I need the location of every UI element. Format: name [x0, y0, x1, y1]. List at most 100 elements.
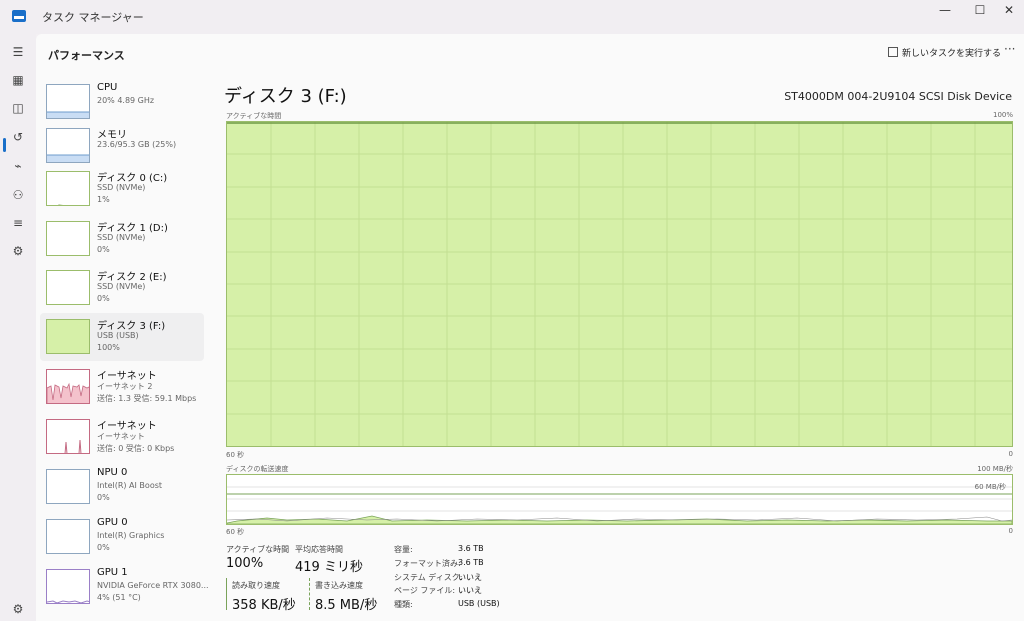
sidebar-item-gpu-1[interactable]: GPU 1 NVIDIA GeForce RTX 3080... 4% (51 …	[40, 563, 209, 611]
page-file-label: ページ ファイル:	[394, 586, 456, 595]
sidebar-item-ethernet[interactable]: イーサネット イーサネット 送信: 0 受信: 0 Kbps	[40, 413, 204, 461]
app-history-icon[interactable]: ↺	[8, 127, 28, 147]
sidebar-item-name: NPU 0	[97, 467, 128, 478]
transfer-rate-graph: 60 MB/秒	[226, 474, 1013, 525]
run-new-task-button[interactable]: 新しいタスクを実行する	[888, 46, 1001, 59]
details-icon[interactable]: ≡	[8, 213, 28, 233]
sidebar-item-sub: SSD (NVMe)	[97, 282, 146, 291]
sidebar-item-disk-1[interactable]: ディスク 1 (D:) SSD (NVMe) 0%	[40, 215, 204, 263]
sidebar-item-sub: Intel(R) Graphics	[97, 531, 165, 540]
active-time-graph-label: アクティブな時間	[226, 112, 282, 120]
transfer-rate-axis-right: 0	[1008, 527, 1013, 535]
active-time-stat-value: 100%	[226, 556, 264, 571]
read-speed-value: 358 KB/秒	[232, 598, 296, 613]
active-time-grid	[227, 122, 1012, 446]
sidebar-item-name: GPU 0	[97, 517, 128, 528]
capacity-value: 3.6 TB	[458, 544, 484, 553]
performance-icon[interactable]: ◫	[8, 98, 28, 118]
capacity-label: 容量:	[394, 545, 413, 554]
sidebar-item-disk-2[interactable]: ディスク 2 (E:) SSD (NVMe) 0%	[40, 264, 204, 312]
active-time-axis-left: 60 秒	[226, 451, 245, 459]
sidebar-item-sub: SSD (NVMe)	[97, 233, 146, 242]
disk-title: ディスク 3 (F:)	[224, 86, 347, 107]
active-time-graph-max: 100%	[992, 111, 1013, 119]
active-time-stat-label: アクティブな時間	[226, 545, 290, 554]
disk-2-thumbnail	[46, 270, 90, 305]
sidebar-item-ethernet-2[interactable]: イーサネット イーサネット 2 送信: 1.3 受信: 59.1 Mbps	[40, 363, 204, 411]
services-icon[interactable]: ⚙	[8, 241, 28, 261]
sidebar-item-sub: 20% 4.89 GHz	[97, 96, 155, 105]
formatted-value: 3.6 TB	[458, 558, 484, 567]
run-task-label: 新しいタスクを実行する	[902, 49, 1002, 59]
sidebar-item-sub: Intel(R) AI Boost	[97, 481, 163, 490]
more-options-button[interactable]: ···	[1004, 42, 1015, 56]
active-time-graph	[226, 121, 1013, 447]
maximize-button[interactable]: ☐	[965, 3, 995, 17]
sidebar-item-value: 0%	[97, 294, 110, 303]
disk-1-thumbnail	[46, 221, 90, 256]
sidebar-item-value: 100%	[97, 343, 120, 352]
system-disk-value: いいえ	[458, 573, 482, 582]
transfer-rate-plot	[227, 486, 1012, 524]
sidebar-item-sub: イーサネット	[97, 432, 145, 441]
sidebar-item-sub: SSD (NVMe)	[97, 183, 146, 192]
transfer-rate-axis-left: 60 秒	[226, 528, 245, 536]
write-speed-value: 8.5 MB/秒	[315, 598, 378, 613]
sidebar-item-sub: イーサネット 2	[97, 382, 153, 391]
sidebar-item-name: メモリ	[97, 130, 127, 141]
transfer-rate-ref-label: 60 MB/秒	[974, 483, 1006, 491]
window-title: タスク マネージャー	[42, 11, 144, 24]
minimize-button[interactable]: —	[930, 3, 960, 17]
sidebar-item-value: 0%	[97, 543, 110, 552]
startup-apps-icon[interactable]: ⌁	[8, 156, 28, 176]
ethernet-thumbnail	[46, 419, 90, 454]
title-bar: タスク マネージャー — ☐ ✕	[0, 0, 1024, 34]
sidebar-item-disk-0[interactable]: ディスク 0 (C:) SSD (NVMe) 1%	[40, 165, 204, 213]
run-task-icon	[888, 47, 898, 57]
sidebar-item-value: 1%	[97, 195, 110, 204]
sidebar-item-npu-0[interactable]: NPU 0 Intel(R) AI Boost 0%	[40, 463, 204, 511]
sidebar-item-cpu[interactable]: CPU 20% 4.89 GHz	[40, 78, 204, 126]
read-speed-label: 読み取り速度	[232, 581, 280, 590]
sidebar-item-value: 4% (51 °C)	[97, 593, 141, 602]
active-time-axis-right: 0	[1008, 450, 1013, 458]
sidebar-item-disk-3[interactable]: ディスク 3 (F:) USB (USB) 100%	[40, 313, 204, 361]
sidebar-item-value: 0%	[97, 493, 110, 502]
nav-rail: ☰ ▦ ◫ ↺ ⌁ ⚇ ≡ ⚙ ⚙	[0, 34, 36, 621]
type-label: 種類:	[394, 600, 413, 609]
system-disk-label: システム ディスク:	[394, 573, 463, 582]
page-title: パフォーマンス	[48, 49, 125, 62]
menu-icon[interactable]: ☰	[8, 42, 28, 62]
page-file-value: いいえ	[458, 586, 482, 595]
sidebar-item-value: 0%	[97, 245, 110, 254]
sidebar-item-value: 送信: 1.3 受信: 59.1 Mbps	[97, 394, 197, 403]
close-button[interactable]: ✕	[994, 3, 1024, 17]
sidebar-item-name: ディスク 0 (C:)	[97, 173, 168, 184]
gpu-0-thumbnail	[46, 519, 90, 554]
task-manager-icon	[12, 10, 26, 22]
cpu-thumbnail	[46, 84, 90, 119]
avg-response-value: 419 ミリ秒	[295, 560, 363, 575]
sidebar-item-name: イーサネット	[97, 371, 157, 382]
sidebar-item-name: GPU 1	[97, 567, 128, 578]
disk-0-thumbnail	[46, 171, 90, 206]
transfer-rate-graph-label: ディスクの転送速度	[226, 465, 289, 473]
sidebar-item-gpu-0[interactable]: GPU 0 Intel(R) Graphics 0%	[40, 513, 204, 561]
disk-3-thumbnail	[46, 319, 90, 354]
processes-icon[interactable]: ▦	[8, 70, 28, 90]
users-icon[interactable]: ⚇	[8, 185, 28, 205]
sidebar-item-sub: 23.6/95.3 GB (25%)	[97, 140, 177, 149]
read-indicator	[226, 578, 227, 610]
main-panel: パフォーマンス 新しいタスクを実行する ··· CPU 20% 4.89 GHz…	[36, 34, 1024, 621]
npu-0-thumbnail	[46, 469, 90, 504]
sidebar-item-memory[interactable]: メモリ 23.6/95.3 GB (25%)	[40, 122, 204, 170]
sidebar-item-name: ディスク 2 (E:)	[97, 272, 167, 283]
settings-icon[interactable]: ⚙	[8, 599, 28, 619]
sidebar-item-name: イーサネット	[97, 421, 157, 432]
transfer-rate-graph-max: 100 MB/秒	[977, 465, 1013, 473]
sidebar-item-name: CPU	[97, 82, 118, 93]
type-value: USB (USB)	[458, 599, 500, 608]
sidebar-item-sub: USB (USB)	[97, 331, 139, 340]
ethernet-2-thumbnail	[46, 369, 90, 404]
sidebar-item-value: 送信: 0 受信: 0 Kbps	[97, 444, 175, 453]
